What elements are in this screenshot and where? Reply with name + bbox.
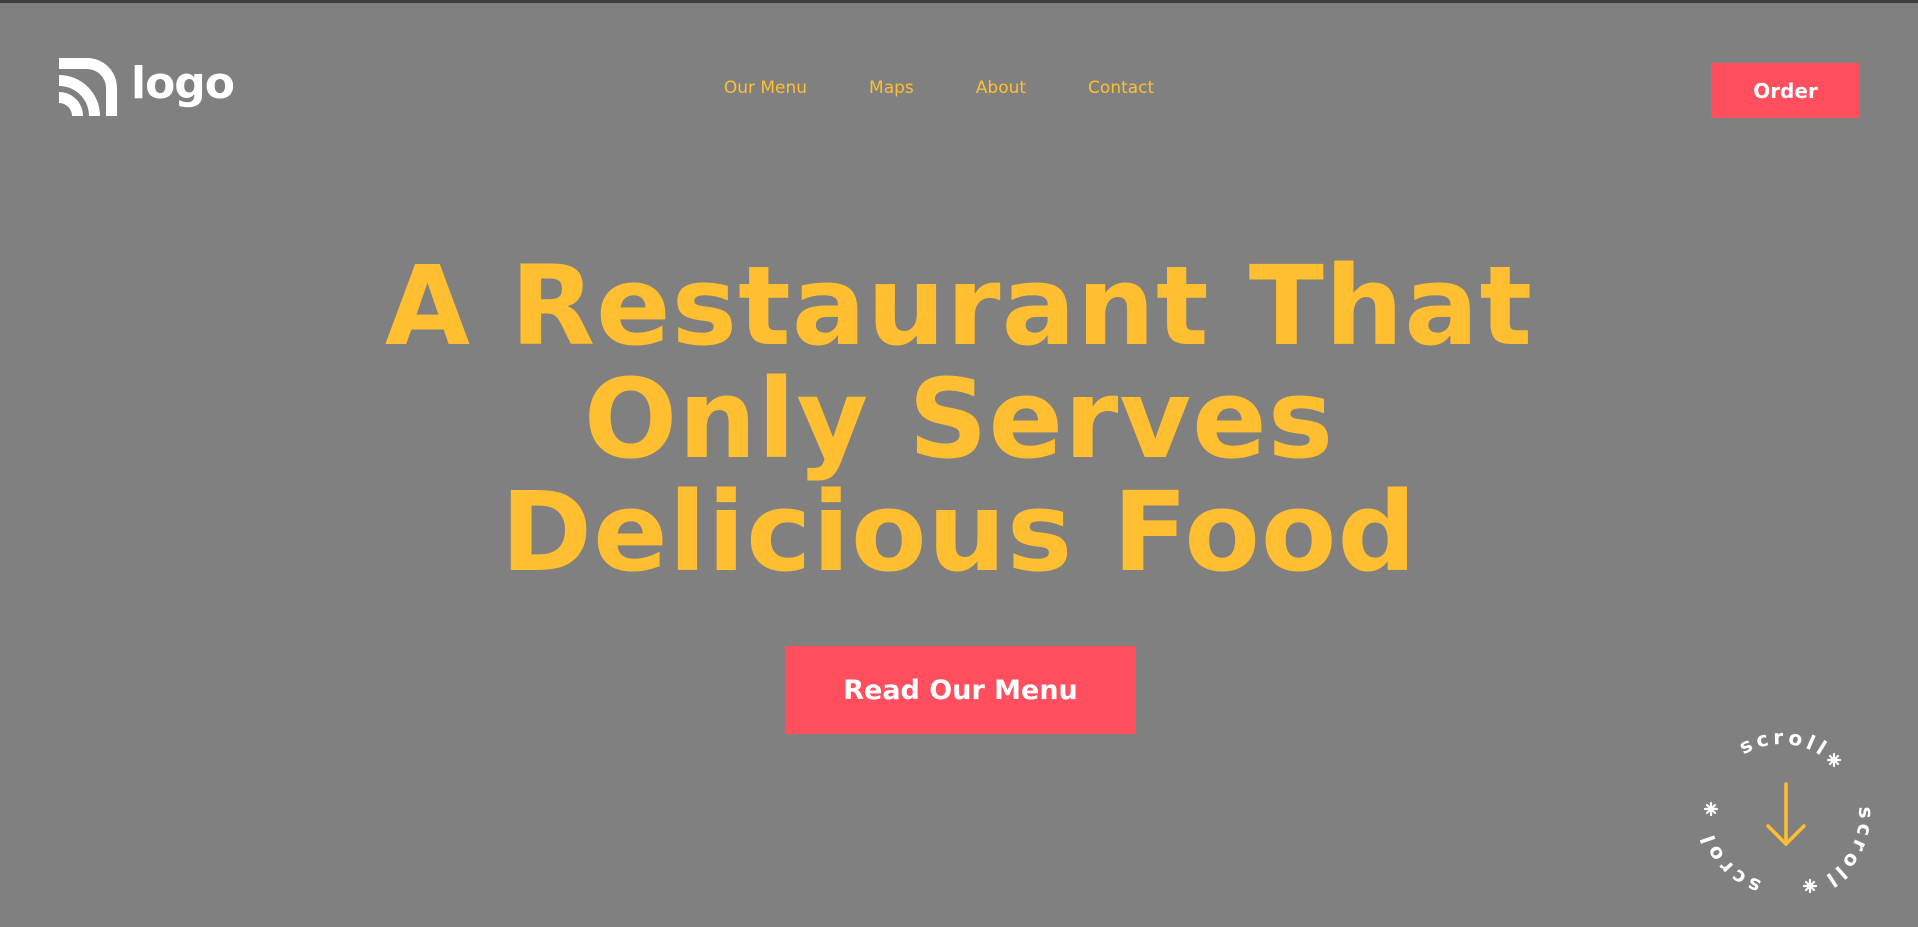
star-icon bbox=[1802, 878, 1818, 894]
nav-link-contact[interactable]: Contact bbox=[1088, 78, 1154, 98]
scroll-text-2: scroll bbox=[1819, 807, 1872, 895]
star-icon bbox=[1826, 752, 1842, 768]
nav-link-maps[interactable]: Maps bbox=[869, 78, 914, 98]
top-edge-divider bbox=[0, 0, 1918, 3]
svg-text:scroll: scroll bbox=[1735, 728, 1834, 762]
star-icon bbox=[1703, 801, 1719, 817]
hero-title-line-1: A Restaurant That bbox=[384, 242, 1534, 370]
nav-link-our-menu[interactable]: Our Menu bbox=[724, 78, 807, 98]
read-menu-button[interactable]: Read Our Menu bbox=[785, 646, 1136, 734]
hero-title: A Restaurant That Only Serves Delicious … bbox=[0, 250, 1918, 589]
scroll-badge[interactable]: scroll scroll scroll bbox=[1700, 728, 1872, 900]
svg-text:scroll: scroll bbox=[1819, 807, 1872, 895]
order-button[interactable]: Order bbox=[1711, 63, 1860, 118]
main-nav: Our Menu Maps About Contact bbox=[0, 78, 1918, 98]
arrow-down-icon bbox=[1766, 782, 1806, 846]
main-nav-links: Our Menu Maps About Contact bbox=[724, 78, 1154, 98]
hero-title-line-2: Only Serves bbox=[583, 355, 1335, 483]
hero-title-line-3: Delicious Food bbox=[500, 468, 1418, 596]
logo-mark-icon bbox=[59, 58, 117, 116]
logo-text: logo bbox=[131, 58, 235, 109]
nav-link-about[interactable]: About bbox=[976, 78, 1026, 98]
scroll-text-1: scroll bbox=[1735, 728, 1830, 762]
logo[interactable]: logo bbox=[59, 58, 235, 116]
scroll-badge-graphic: scroll scroll scroll bbox=[1700, 728, 1872, 899]
